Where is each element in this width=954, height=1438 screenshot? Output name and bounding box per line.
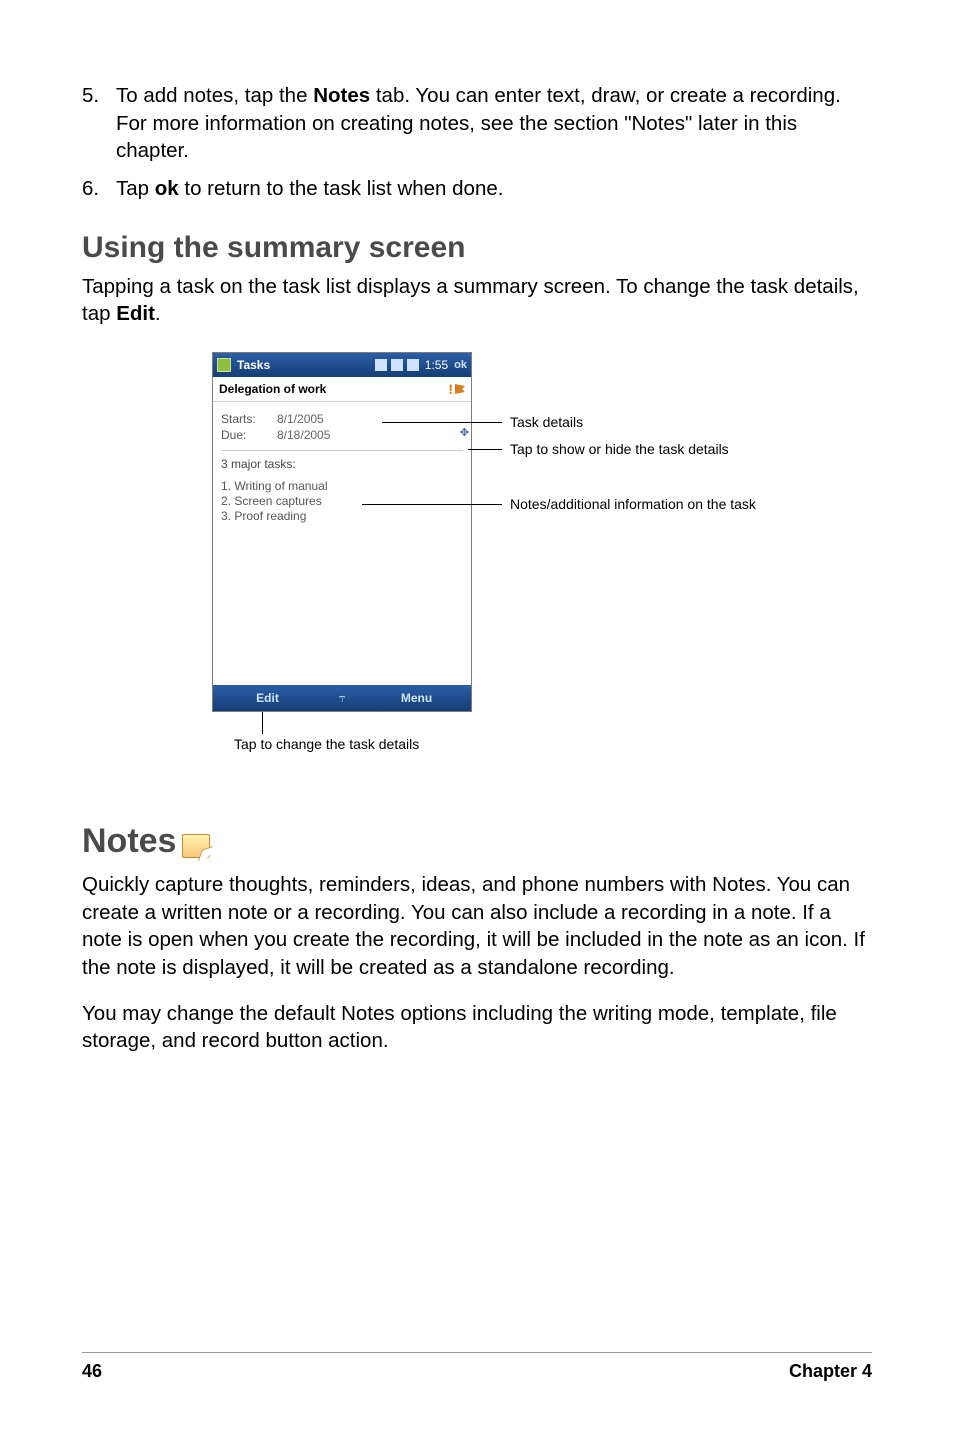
phone-screenshot: Tasks 1:55 ok Delegation of work ! Start…: [212, 352, 472, 712]
task-body: Starts: 8/1/2005 Due: 8/18/2005 ✥ 3 majo…: [213, 402, 471, 686]
system-tray: 1:55 ok: [375, 358, 467, 372]
subject-row: Delegation of work !: [213, 377, 471, 402]
list-item: 6. Tap ok to return to the task list whe…: [82, 175, 872, 203]
flag-icon: [455, 384, 465, 394]
callout-line: [382, 422, 502, 423]
starts-row: Starts: 8/1/2005: [221, 412, 463, 426]
notes-paragraph-1: Quickly capture thoughts, reminders, ide…: [82, 871, 872, 982]
callout-line: [468, 449, 502, 450]
clock: 1:55: [425, 358, 448, 372]
section-lead: Tapping a task on the task list displays…: [82, 273, 872, 328]
note-line: 1. Writing of manual: [221, 479, 463, 493]
sync-icon: [391, 359, 403, 371]
separator: [221, 450, 463, 451]
priority-flag-icon: !: [448, 381, 465, 397]
list-text: Tap ok to return to the task list when d…: [116, 175, 872, 203]
exclamation-icon: !: [448, 381, 453, 397]
menu-button[interactable]: Menu: [362, 691, 471, 705]
page-number: 46: [82, 1361, 102, 1382]
tasks-app-icon: [217, 358, 231, 372]
starts-value: 8/1/2005: [277, 412, 324, 426]
chapter-label: Chapter 4: [789, 1361, 872, 1382]
signal-icon: [375, 359, 387, 371]
app-title: Tasks: [237, 358, 270, 372]
callout-task-details: Task details: [510, 414, 583, 430]
list-text: To add notes, tap the Notes tab. You can…: [116, 82, 872, 165]
task-subject: Delegation of work: [219, 382, 448, 396]
edit-button[interactable]: Edit: [213, 691, 322, 705]
page-footer: 46 Chapter 4: [82, 1352, 872, 1382]
list-item: 5. To add notes, tap the Notes tab. You …: [82, 82, 872, 165]
text: .: [155, 302, 161, 325]
notes-heading-row: Notes: [82, 822, 872, 861]
notes-heading: Notes: [82, 822, 176, 861]
callout-notes-info: Notes/additional information on the task: [510, 496, 756, 512]
note-line: 3. Proof reading: [221, 509, 463, 523]
due-value: 8/18/2005: [277, 428, 330, 442]
instruction-list: 5. To add notes, tap the Notes tab. You …: [82, 82, 872, 203]
text: Tapping a task on the task list displays…: [82, 275, 859, 326]
footer-rule: [82, 1352, 872, 1353]
expand-caret-icon[interactable]: ✥: [460, 426, 469, 439]
bold-text: ok: [155, 177, 179, 200]
starts-label: Starts:: [221, 412, 277, 426]
phone-titlebar: Tasks 1:55 ok: [213, 353, 471, 377]
section-heading: Using the summary screen: [82, 231, 872, 265]
callout-edit: Tap to change the task details: [234, 736, 419, 752]
notes-app-icon: [182, 834, 210, 858]
bold-text: Edit: [116, 302, 155, 325]
bold-text: Notes: [313, 84, 370, 107]
phone-menubar: Edit ⥾ Menu: [213, 685, 471, 711]
text: to return to the task list when done.: [179, 177, 504, 200]
due-row: Due: 8/18/2005: [221, 428, 463, 442]
callout-line: [362, 504, 502, 505]
list-number: 5.: [82, 82, 116, 165]
text: Tap: [116, 177, 155, 200]
callout-line: [262, 712, 263, 734]
text: To add notes, tap the: [116, 84, 313, 107]
figure: Tasks 1:55 ok Delegation of work ! Start…: [82, 352, 872, 782]
callout-show-hide: Tap to show or hide the task details: [510, 441, 729, 457]
list-number: 6.: [82, 175, 116, 203]
due-label: Due:: [221, 428, 277, 442]
note-line: 2. Screen captures: [221, 494, 463, 508]
ok-button[interactable]: ok: [454, 359, 467, 371]
notes-paragraph-2: You may change the default Notes options…: [82, 1000, 872, 1055]
keyboard-icon[interactable]: ⥾: [322, 691, 362, 706]
notes-area: 1. Writing of manual 2. Screen captures …: [221, 479, 463, 523]
volume-icon: [407, 359, 419, 371]
major-tasks-label: 3 major tasks:: [221, 457, 463, 471]
